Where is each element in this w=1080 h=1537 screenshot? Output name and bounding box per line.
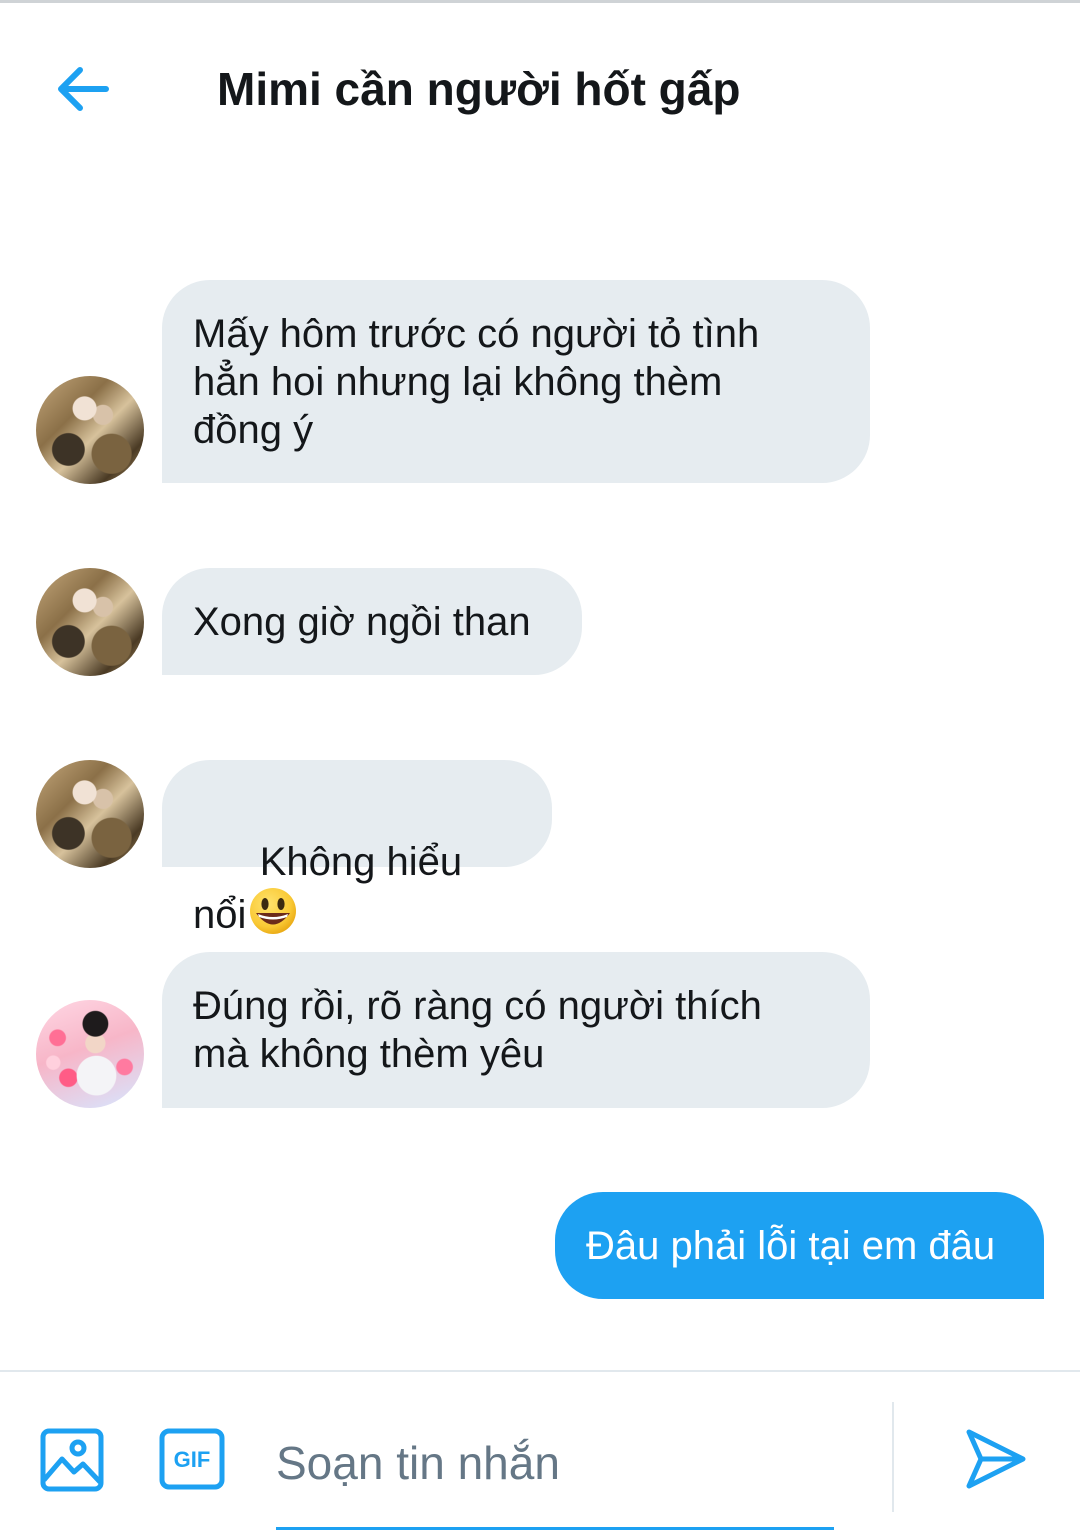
message-thread[interactable]: Mấy hôm trước có người tỏ tình hẳn hoi n…: [0, 173, 1080, 1370]
add-gif-button[interactable]: GIF: [159, 1428, 225, 1490]
conversation-header: Mimi cần người hốt gấp: [0, 3, 1080, 173]
back-button[interactable]: [50, 58, 116, 120]
send-button[interactable]: [962, 1426, 1028, 1492]
gif-label: GIF: [174, 1447, 211, 1472]
user-avatar[interactable]: [36, 568, 144, 676]
message-composer: GIF Soạn tin nhắn: [0, 1370, 1080, 1537]
grinning-face-emoji: [250, 888, 297, 934]
arrow-left-icon: [58, 67, 109, 111]
user-avatar[interactable]: [36, 1000, 144, 1108]
send-icon: [966, 1429, 1026, 1489]
message-bubble[interactable]: Không hiểu nổi: [162, 760, 552, 937]
conversation-title: Mimi cần người hốt gấp: [217, 63, 741, 115]
user-avatar[interactable]: [36, 376, 144, 484]
user-avatar[interactable]: [36, 760, 144, 868]
message-input-placeholder: Soạn tin nhắn: [276, 1437, 560, 1489]
message-bubble[interactable]: Đâu phải lỗi tại em đâu: [555, 1192, 1044, 1299]
image-icon: [40, 1428, 104, 1492]
gif-icon: GIF: [159, 1428, 225, 1490]
message-bubble[interactable]: Đúng rồi, rõ ràng có người thích mà khôn…: [162, 952, 870, 1108]
add-image-button[interactable]: [40, 1428, 104, 1492]
message-bubble[interactable]: Mấy hôm trước có người tỏ tình hẳn hoi n…: [162, 280, 870, 483]
message-text: Không hiểu nổi: [193, 840, 474, 937]
message-input[interactable]: Soạn tin nhắn: [276, 1420, 834, 1530]
composer-divider: [892, 1402, 894, 1512]
message-bubble[interactable]: Xong giờ ngồi than: [162, 568, 582, 675]
